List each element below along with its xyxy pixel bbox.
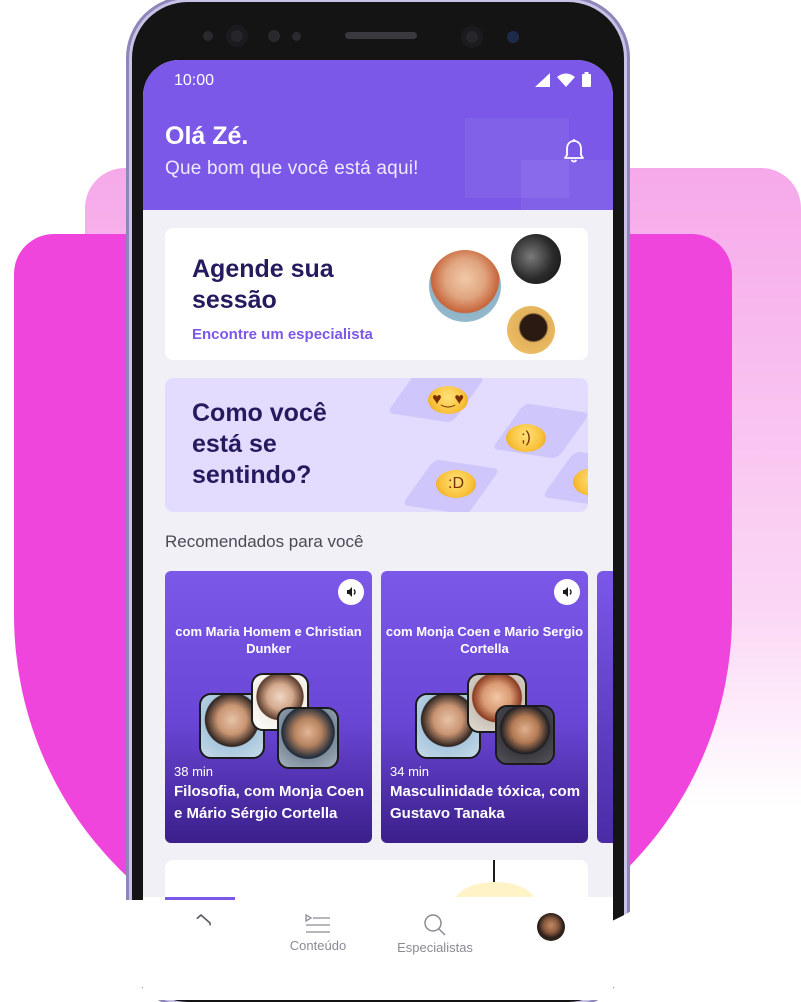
bell-icon[interactable] xyxy=(563,138,585,164)
recommended-card[interactable]: com Monja Coen e Mario Sergio Cortella 3… xyxy=(381,571,588,843)
status-time: 10:00 xyxy=(174,72,215,89)
recommended-duration: 38 min xyxy=(174,764,214,779)
sensor-dot xyxy=(203,31,213,41)
app-screen: 10:00 Olá Zé. Que bom que você está aqui… xyxy=(143,60,613,1000)
specialist-avatar xyxy=(429,250,501,322)
speaker-icon xyxy=(563,587,572,597)
mood-check-card[interactable]: ♥‿♥ ;) :D :) Como você está se sentindo? xyxy=(165,378,588,512)
specialist-avatar xyxy=(511,234,561,284)
recommended-card[interactable]: com Maria Homem e Christian Dunker 38 mi… xyxy=(165,571,372,843)
bottom-mask xyxy=(0,900,801,987)
recommended-title: Filosofia, com Monja Coen e Mário Sérgio… xyxy=(174,783,365,822)
battery-icon xyxy=(582,72,591,87)
heart-eyes-emoji-icon[interactable]: ♥‿♥ xyxy=(428,386,468,414)
wink-emoji-icon[interactable]: ;) xyxy=(506,424,546,452)
recommended-section-title: Recomendados para você xyxy=(165,532,364,551)
schedule-card-title: Agende sua sessão xyxy=(192,255,334,314)
earpiece-speaker xyxy=(345,32,417,39)
recommended-title: Masculinidade tóxica, com Gustavo Tanaka xyxy=(390,783,581,822)
front-camera xyxy=(461,26,483,48)
sound-button[interactable] xyxy=(554,579,580,605)
sensor-dot xyxy=(292,32,301,41)
schedule-session-card[interactable]: Agende sua sessão Encontre um especialis… xyxy=(165,228,588,360)
signal-icon xyxy=(535,72,550,87)
guest-photo xyxy=(495,705,555,765)
app-header: 10:00 Olá Zé. Que bom que você está aqui… xyxy=(143,60,613,220)
wifi-icon xyxy=(557,73,575,87)
greeting-title: Olá Zé. xyxy=(165,122,249,150)
recommended-duration: 34 min xyxy=(390,764,430,779)
recommended-card[interactable] xyxy=(597,571,613,843)
mood-card-title: Como você está se sentindo? xyxy=(192,399,327,489)
specialist-avatar xyxy=(507,306,555,354)
find-specialist-link[interactable]: Encontre um especialista xyxy=(192,326,373,343)
sensor-dot xyxy=(507,31,519,43)
speaker-icon xyxy=(347,587,356,597)
status-icons xyxy=(535,72,591,87)
sound-button[interactable] xyxy=(338,579,364,605)
sensor-dot xyxy=(268,30,280,42)
header-decoration xyxy=(521,160,613,220)
recommended-hosts: com Maria Homem e Christian Dunker xyxy=(175,624,362,656)
recommended-hosts: com Monja Coen e Mario Sergio Cortella xyxy=(385,624,584,656)
front-camera xyxy=(226,25,248,47)
grin-emoji-icon[interactable]: :D xyxy=(436,470,476,498)
guest-photo xyxy=(277,707,339,769)
greeting-subtitle: Que bom que você está aqui! xyxy=(165,158,419,179)
